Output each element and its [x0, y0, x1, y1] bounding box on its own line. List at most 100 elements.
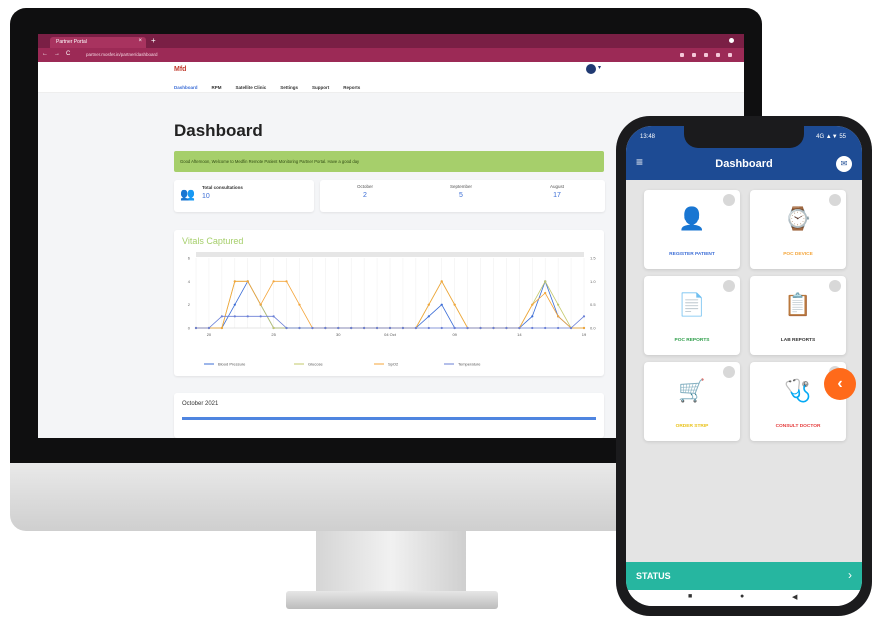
y-left-tick-label: 4	[188, 279, 191, 284]
data-point	[544, 326, 547, 330]
back-nav-icon[interactable]: ◀	[792, 593, 797, 601]
nav-support[interactable]: Support	[312, 85, 329, 90]
x-tick-label: 14	[517, 332, 522, 337]
x-tick-label: 30	[336, 332, 341, 337]
tile-register-patient[interactable]: 👤 REGISTER PATIENT	[644, 190, 740, 269]
portal-header: Mfd ▾ Dashboard RPM Satellite Clinic Set…	[38, 62, 744, 93]
forward-icon[interactable]: →	[54, 51, 60, 57]
data-point	[582, 315, 586, 318]
status-bar-button[interactable]: STATUS ›	[626, 562, 862, 590]
data-point	[375, 326, 379, 330]
data-point	[440, 326, 443, 330]
x-tick-label: 04 Oct	[384, 332, 397, 337]
data-point	[311, 326, 314, 330]
recent-apps-icon[interactable]: ■	[688, 593, 692, 600]
data-point	[298, 303, 301, 306]
chevron-down-icon[interactable]: ▾	[598, 64, 601, 71]
new-tab-icon[interactable]: +	[151, 36, 156, 45]
register-patient-icon: 👤	[678, 206, 706, 231]
data-point	[544, 291, 547, 295]
browser-address-bar: ← → C partner.mosfet.in/partner/dashboar…	[38, 48, 744, 62]
chat-icon[interactable]: ✉	[836, 156, 852, 172]
poc-reports-icon: 📄	[678, 292, 706, 317]
extension-icon[interactable]	[680, 53, 684, 57]
data-point	[363, 326, 366, 330]
reload-icon[interactable]: C	[66, 51, 70, 57]
data-point	[259, 315, 262, 318]
home-icon[interactable]: ●	[740, 593, 744, 600]
data-point	[453, 326, 456, 330]
extension-icon[interactable]	[692, 53, 696, 57]
url-input[interactable]: partner.mosfet.in/partner/dashboard	[86, 52, 158, 57]
chart-range-slider	[196, 252, 584, 257]
user-avatar-icon[interactable]	[586, 64, 596, 74]
imac-base	[286, 591, 498, 609]
data-point	[285, 326, 288, 330]
data-point	[220, 315, 223, 318]
data-point	[350, 326, 353, 330]
badge-icon	[723, 280, 735, 292]
tile-poc-device[interactable]: ⌚ POC DEVICE	[750, 190, 846, 269]
legend-label: SpO2	[388, 362, 399, 367]
badge-icon	[723, 194, 735, 206]
browser-tab[interactable]: Partner Portal ×	[50, 37, 146, 48]
data-point	[207, 326, 211, 330]
extension-icon[interactable]	[704, 53, 708, 57]
total-consultations-label: Total consultations	[202, 185, 243, 190]
tile-label: ORDER STRIP	[675, 424, 709, 429]
tile-label: LAB REPORTS	[780, 338, 816, 343]
tab-close-icon[interactable]: ×	[138, 38, 142, 44]
cart-icon: 🛒	[678, 378, 706, 403]
data-point	[272, 280, 275, 283]
data-point	[557, 326, 560, 330]
phone-notch	[684, 126, 804, 148]
data-point	[401, 326, 405, 330]
month-august: August 17	[532, 184, 582, 199]
back-icon[interactable]: ←	[42, 51, 48, 57]
android-nav-bar: ■ ● ◀	[626, 590, 862, 606]
menu-icon[interactable]	[728, 53, 732, 57]
portal-logo[interactable]: Mfd	[174, 66, 186, 73]
collapse-chevron-icon[interactable]: ‹	[824, 368, 856, 400]
monthly-progress-bar	[182, 417, 596, 420]
greeting-banner: Good Afternoon, Welcome to Medfin Remote…	[174, 151, 604, 172]
tile-order-strip[interactable]: 🛒 ORDER STRIP	[644, 362, 740, 441]
month-name: September	[449, 184, 472, 189]
x-tick-label: 09	[452, 332, 457, 337]
nav-settings[interactable]: Settings	[280, 85, 298, 90]
data-point	[582, 326, 586, 330]
tile-lab-reports[interactable]: 📋 LAB REPORTS	[750, 276, 846, 355]
month-september: September 5	[436, 184, 486, 199]
nav-satellite-clinic[interactable]: Satellite Clinic	[236, 85, 267, 90]
data-point	[479, 326, 482, 330]
tile-label: POC REPORTS	[674, 338, 710, 343]
total-consultations-card[interactable]: 👥 Total consultations 10	[174, 180, 314, 212]
month-name: October	[356, 184, 373, 189]
badge-icon	[829, 194, 841, 206]
data-point	[324, 326, 327, 330]
badge-icon	[723, 366, 735, 378]
extension-icon[interactable]	[716, 53, 720, 57]
data-point	[453, 303, 456, 306]
window-control-icon[interactable]	[729, 38, 734, 43]
status-label: STATUS	[636, 571, 671, 581]
data-point	[414, 326, 417, 330]
nav-reports[interactable]: Reports	[343, 85, 360, 90]
data-point	[233, 315, 236, 318]
page-title: Dashboard	[174, 121, 263, 140]
y-right-tick-label: 1.0	[590, 279, 596, 284]
nav-rpm[interactable]: RPM	[212, 85, 222, 90]
monthly-consultations-card: October 2 September 5 August 17	[320, 180, 605, 212]
users-icon: 👥	[180, 187, 195, 201]
nav-dashboard[interactable]: Dashboard	[174, 85, 198, 90]
y-left-tick-label: 6	[188, 256, 191, 261]
data-point	[531, 315, 534, 318]
data-point	[544, 280, 547, 283]
legend-label: Glucose	[308, 362, 323, 367]
tile-poc-reports[interactable]: 📄 POC REPORTS	[644, 276, 740, 355]
data-point	[337, 326, 340, 330]
vitals-chart: 0 2 4 6 0.0 0.5 1.0 1.5 20 25 30 04 Oct 09 14 19 Blood …	[188, 252, 596, 367]
data-point	[557, 315, 560, 318]
tile-label: REGISTER PATIENT	[669, 252, 715, 257]
monthly-card: October 2021	[174, 393, 604, 438]
